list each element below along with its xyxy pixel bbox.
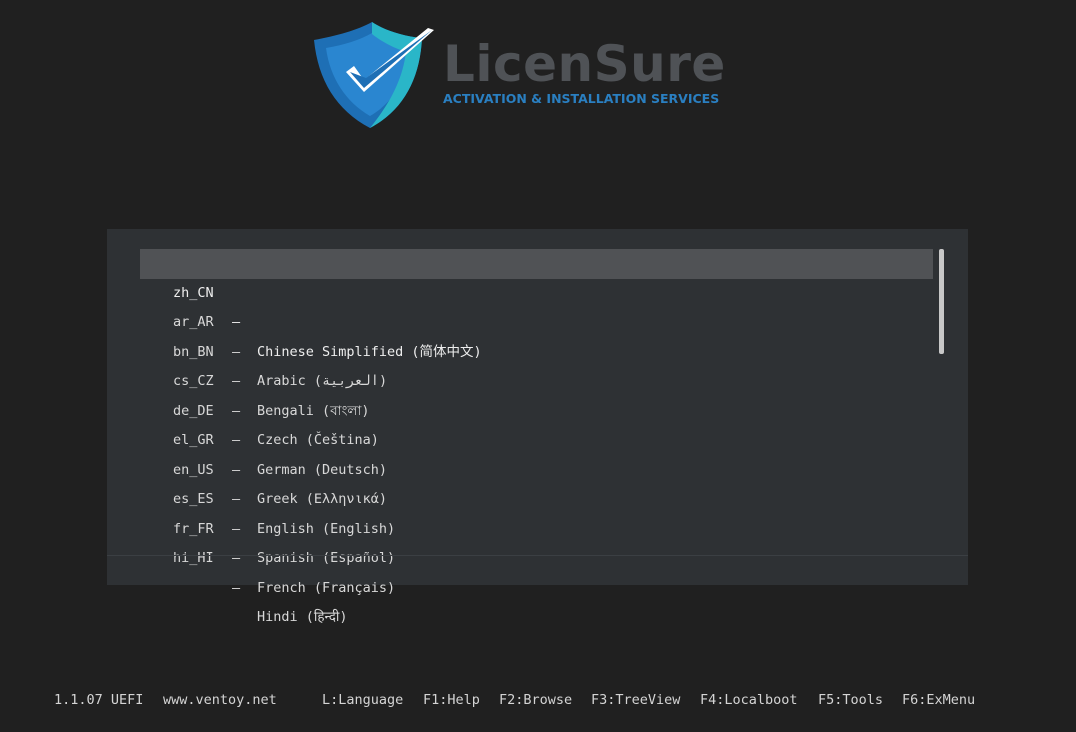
browse-hotkey[interactable]: F2:Browse [499,692,572,708]
language-item-fr-fr[interactable]: fr_FR – French (Français) [140,485,933,596]
language-item-en-us[interactable]: en_US – English (English) [140,426,933,537]
separator-dash: – [232,550,241,566]
version-label: 1.1.07 UEFI [54,692,144,708]
language-name: Spanish (Español) [257,550,396,566]
menu-scrollbar[interactable] [939,249,944,354]
separator-dash: – [232,579,241,596]
language-item-cs-cz[interactable]: cs_CZ – Czech (Čeština) [140,338,933,448]
help-hotkey[interactable]: F1:Help [423,692,480,708]
localboot-hotkey[interactable]: F4:Localboot [700,692,798,708]
language-name: French (Français) [257,579,396,596]
language-item-el-gr[interactable]: el_GR – Greek (Ελληνικά) [140,397,933,507]
language-item-de-de[interactable]: de_DE – German (Deutsch) [140,367,933,478]
logo-tagline: ACTIVATION & INSTALLATION SERVICES [443,91,720,106]
boot-screen: LicenSure ACTIVATION & INSTALLATION SERV… [0,0,1076,732]
licensure-logo: LicenSure ACTIVATION & INSTALLATION SERV… [300,18,790,133]
language-menu-panel: zh_CN – Chinese Simplified (简体中文) ar_AR … [107,229,968,625]
language-list: zh_CN – Chinese Simplified (简体中文) ar_AR … [140,249,933,625]
language-item-ar-ar[interactable]: ar_AR – Arabic (العربية) [140,279,933,389]
hotkey-bar: 1.1.07 UEFI www.ventoy.net L:Language F1… [0,692,1076,714]
language-item-bn-bn[interactable]: bn_BN – Bengali (বাংলা) [140,308,933,419]
logo-name: LicenSure [443,35,726,93]
exmenu-hotkey[interactable]: F6:ExMenu [902,692,975,708]
language-item-hi-hi[interactable]: hi_HI – Hindi (हिन्दी) [140,515,933,625]
language-item-es-es[interactable]: es_ES – Spanish (Español) [140,456,933,566]
language-item-zh-cn[interactable]: zh_CN – Chinese Simplified (简体中文) [140,249,933,360]
language-hotkey[interactable]: L:Language [322,692,403,708]
language-name: Hindi (हिन्दी) [257,609,348,625]
treeview-hotkey[interactable]: F3:TreeView [591,692,680,708]
language-code: hi_HI [173,550,214,566]
shield-check-icon [314,22,434,128]
tools-hotkey[interactable]: F5:Tools [818,692,883,708]
website-label: www.ventoy.net [163,692,277,708]
panel-divider [107,555,968,556]
